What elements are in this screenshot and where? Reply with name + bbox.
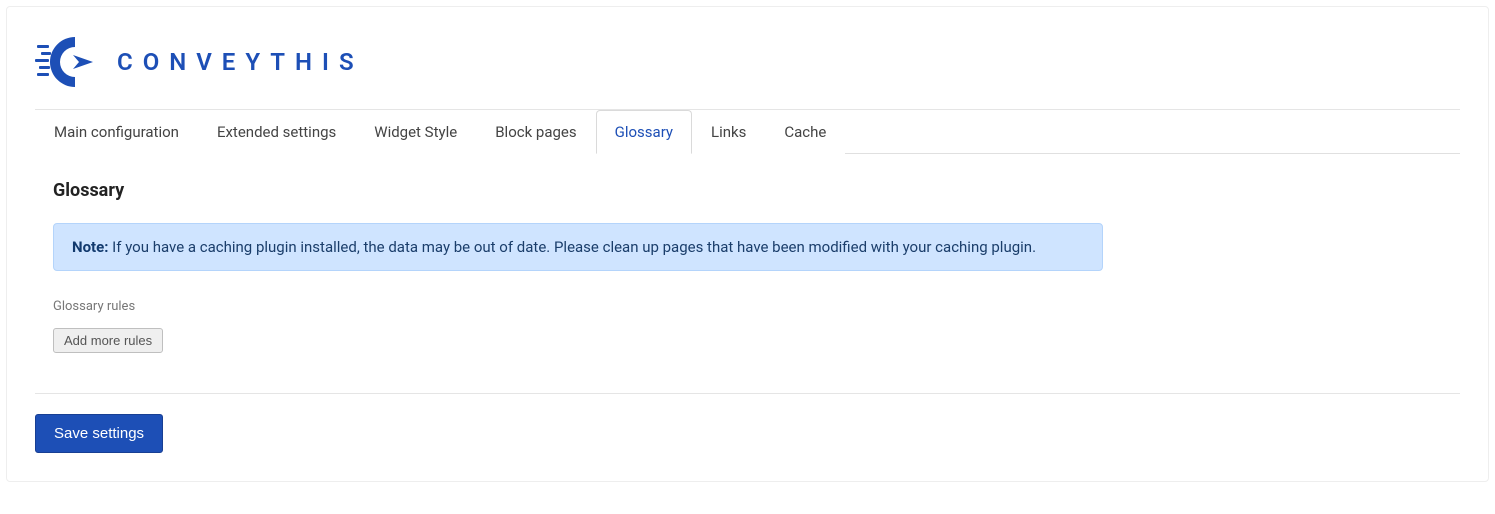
tab-main-configuration[interactable]: Main configuration	[35, 110, 198, 154]
tab-cache[interactable]: Cache	[765, 110, 845, 154]
tab-links[interactable]: Links	[692, 110, 765, 154]
header: CONVEYTHIS	[35, 31, 1460, 110]
tab-bar: Main configuration Extended settings Wid…	[35, 110, 1460, 154]
glossary-rules-label: Glossary rules	[53, 299, 1460, 314]
tab-glossary[interactable]: Glossary	[596, 110, 692, 154]
divider	[35, 393, 1460, 394]
conveythis-logo-icon	[35, 35, 99, 89]
brand-logo: CONVEYTHIS	[35, 35, 364, 89]
tab-block-pages[interactable]: Block pages	[476, 110, 595, 154]
tab-widget-style[interactable]: Widget Style	[355, 110, 476, 154]
note-alert: Note: If you have a caching plugin insta…	[53, 223, 1103, 271]
settings-panel: CONVEYTHIS Main configuration Extended s…	[6, 6, 1489, 482]
add-more-rules-button[interactable]: Add more rules	[53, 328, 163, 353]
tab-extended-settings[interactable]: Extended settings	[198, 110, 355, 154]
note-label: Note:	[72, 238, 108, 256]
page-title: Glossary	[53, 180, 1460, 201]
save-settings-button[interactable]: Save settings	[35, 414, 163, 453]
brand-name: CONVEYTHIS	[117, 48, 364, 76]
note-text: If you have a caching plugin installed, …	[108, 238, 1036, 256]
